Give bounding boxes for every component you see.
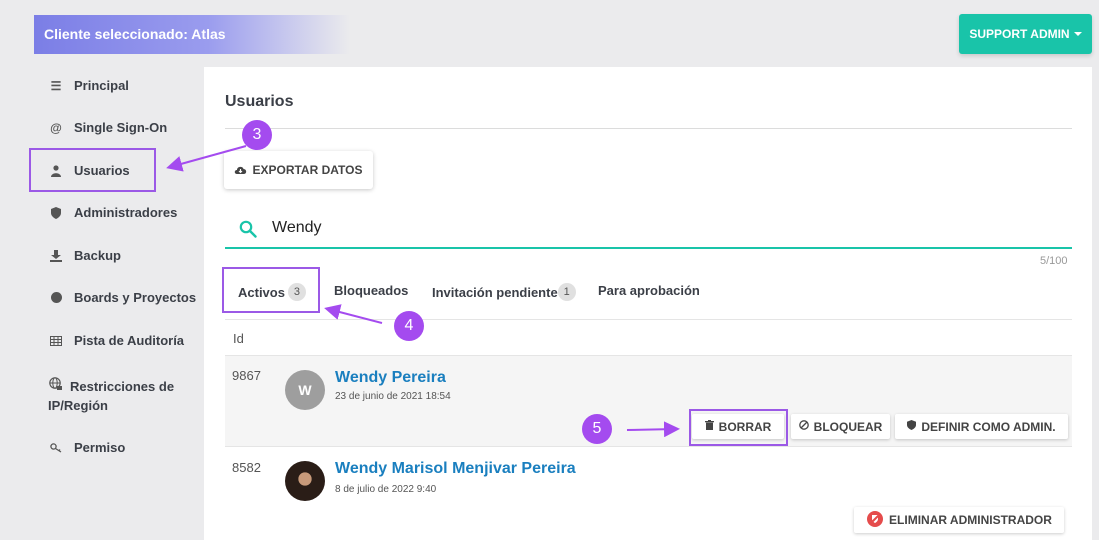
cloud-download-icon xyxy=(234,165,247,175)
title-divider xyxy=(225,128,1072,129)
sidebar-item-permiso[interactable]: Permiso xyxy=(48,440,125,455)
table-icon xyxy=(48,335,64,346)
sliders-icon: ☰ xyxy=(50,78,62,93)
sidebar-item-label: Administradores xyxy=(74,205,178,220)
sidebar-item-label: Restricciones de IP/Región xyxy=(48,379,175,413)
sidebar-item-auditoria[interactable]: Pista de Auditoría xyxy=(48,333,184,348)
search-icon xyxy=(239,220,257,238)
search-field xyxy=(225,215,1072,249)
avatar xyxy=(285,461,325,501)
tab-para-aprobacion[interactable]: Para aprobación xyxy=(598,283,700,298)
sidebar-item-label: Permiso xyxy=(74,440,126,455)
search-input[interactable] xyxy=(272,219,972,237)
tab-count-badge: 1 xyxy=(557,283,576,301)
tab-label: Invitación pendiente xyxy=(432,284,558,300)
make-admin-button[interactable]: DEFINIR COMO ADMIN. xyxy=(895,414,1068,439)
sidebar-item-backup[interactable]: Backup xyxy=(48,248,121,263)
highlight-usuarios-box xyxy=(29,148,156,192)
tab-label: Para aprobación xyxy=(598,283,700,298)
block-user-button[interactable]: BLOQUEAR xyxy=(791,414,890,439)
highlight-borrar-box xyxy=(689,409,788,446)
user-id: 8582 xyxy=(232,460,261,475)
download-icon xyxy=(48,249,64,262)
shield-icon xyxy=(48,206,64,219)
sidebar-item-label: Principal xyxy=(74,78,129,93)
step-marker-3: 3 xyxy=(242,120,272,150)
shield-icon xyxy=(907,420,917,433)
avatar: W xyxy=(285,370,325,410)
user-name-link[interactable]: Wendy Marisol Menjivar Pereira xyxy=(335,460,576,478)
key-icon xyxy=(48,442,64,453)
search-char-counter: 5/100 xyxy=(1040,255,1068,267)
user-name-link[interactable]: Wendy Pereira xyxy=(335,369,446,387)
remove-admin-button[interactable]: ELIMINAR ADMINISTRADOR xyxy=(854,507,1064,533)
user-created-date: 23 de junio de 2021 18:54 xyxy=(335,391,451,402)
globe-lock-icon xyxy=(48,377,64,391)
export-data-button[interactable]: EXPORTAR DATOS xyxy=(224,151,373,189)
step-marker-5: 5 xyxy=(582,414,612,444)
circle-icon xyxy=(48,292,64,303)
tabs-divider xyxy=(225,319,1072,320)
sidebar-item-label: Pista de Auditoría xyxy=(74,333,185,348)
sidebar-item-label: Backup xyxy=(74,248,121,263)
user-id: 9867 xyxy=(232,368,261,383)
table-row: 9867 W Wendy Pereira 23 de junio de 2021… xyxy=(225,356,1072,446)
support-admin-label: SUPPORT ADMIN xyxy=(969,27,1070,41)
remove-admin-label: ELIMINAR ADMINISTRADOR xyxy=(889,513,1052,527)
sidebar-item-principal[interactable]: ☰ Principal xyxy=(48,78,129,93)
sidebar-item-sso[interactable]: @ Single Sign-On xyxy=(48,120,167,135)
caret-down-icon xyxy=(1073,32,1082,36)
tab-label: Bloqueados xyxy=(334,283,409,298)
tab-invitacion-pendiente[interactable]: Invitación pendiente 1 xyxy=(432,283,576,301)
sidebar-item-label: Single Sign-On xyxy=(74,120,168,135)
step-marker-4: 4 xyxy=(394,311,424,341)
selected-client-banner: Cliente seleccionado: Atlas xyxy=(34,15,350,54)
user-created-date: 8 de julio de 2022 9:40 xyxy=(335,484,437,495)
main-panel: Usuarios EXPORTAR DATOS 5/100 Activos 3 … xyxy=(204,67,1092,540)
row-divider xyxy=(225,446,1072,447)
highlight-activos-box xyxy=(222,267,320,313)
export-data-label: EXPORTAR DATOS xyxy=(252,163,363,177)
make-admin-label: DEFINIR COMO ADMIN. xyxy=(921,419,1056,434)
sidebar-item-boards[interactable]: Boards y Proyectos xyxy=(48,290,196,305)
sidebar-item-label: Boards y Proyectos xyxy=(74,290,197,305)
page-title: Usuarios xyxy=(225,93,294,110)
tab-bloqueados[interactable]: Bloqueados xyxy=(334,283,408,298)
remove-admin-icon xyxy=(866,510,884,531)
block-label: BLOQUEAR xyxy=(813,419,883,434)
sidebar-item-restricciones[interactable]: Restricciones de IP/Región xyxy=(48,377,188,415)
column-header-id: Id xyxy=(233,331,244,346)
support-admin-button[interactable]: SUPPORT ADMIN xyxy=(959,14,1092,54)
at-icon: @ xyxy=(50,120,62,135)
sidebar-item-administradores[interactable]: Administradores xyxy=(48,205,177,220)
ban-icon xyxy=(798,420,809,433)
